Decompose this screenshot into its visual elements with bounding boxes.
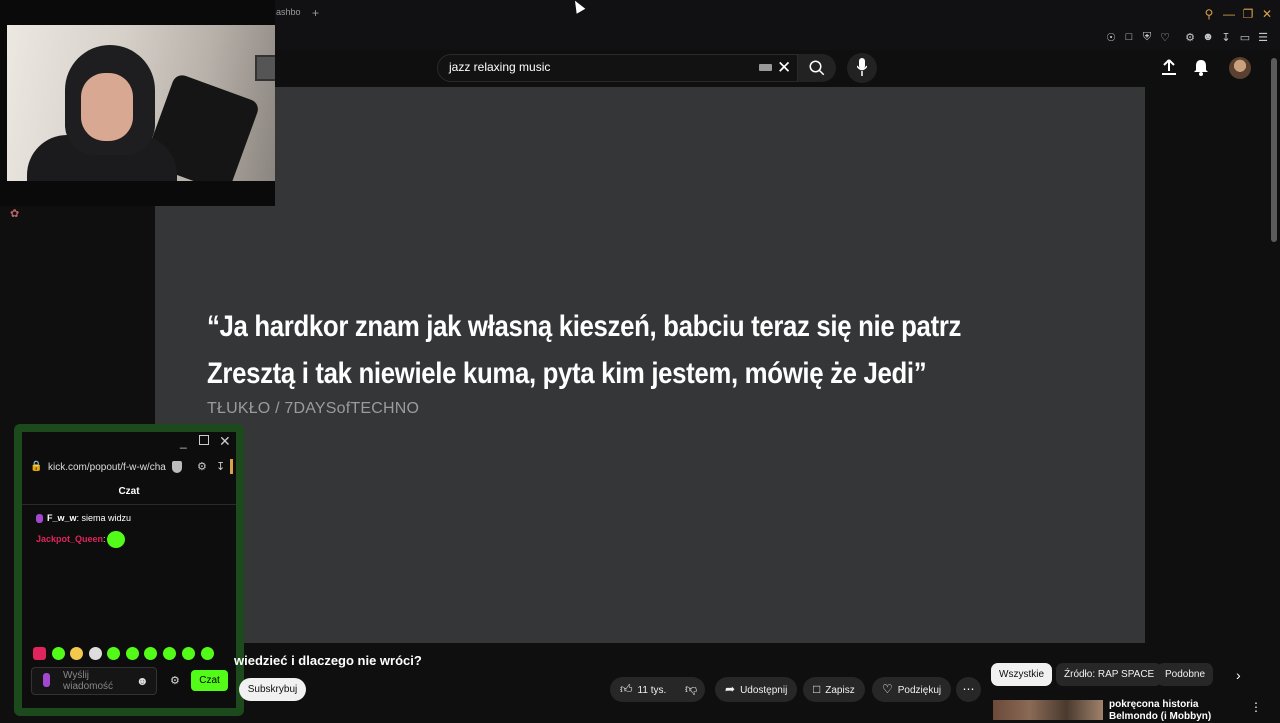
like-icon[interactable]: 👍︎ — [620, 677, 633, 702]
upload-icon[interactable] — [1160, 58, 1178, 76]
chat-settings-icon[interactable]: ⚙ — [170, 674, 180, 687]
chip-all[interactable]: Wszystkie — [991, 663, 1052, 686]
recommended-menu-icon[interactable]: ⋮ — [1250, 700, 1262, 714]
profile-icon[interactable]: ☻ — [1201, 31, 1215, 43]
webcam-overlay — [0, 0, 275, 206]
wall-picture — [255, 55, 275, 81]
emote-icon[interactable] — [163, 647, 176, 660]
pin-icon[interactable]: ☉ — [1104, 31, 1118, 44]
search-input[interactable]: jazz relaxing music — [449, 60, 550, 74]
emoji-picker-icon[interactable]: ☻ — [136, 674, 149, 688]
popout-accent-bar — [230, 459, 233, 474]
shield-icon[interactable]: ⛨ — [1140, 31, 1154, 44]
chat-divider — [22, 504, 236, 505]
like-dislike-group: 👍︎ 11 tys. 👎︎ — [610, 677, 705, 702]
minimize-icon[interactable]: — — [1221, 7, 1237, 21]
more-actions-icon[interactable]: ⋯ — [956, 677, 981, 702]
video-title: wiedzieć i dlaczego nie wróci? — [234, 653, 422, 668]
popout-download-icon[interactable]: ↧ — [216, 460, 225, 473]
popout-minimize-icon[interactable]: _ — [180, 435, 187, 449]
restore-icon[interactable]: ❐ — [1240, 7, 1256, 21]
popout-maximize-icon[interactable] — [199, 435, 209, 445]
emote-icon[interactable] — [89, 647, 102, 660]
chat-badge-icon — [43, 673, 50, 687]
popout-extensions-icon[interactable]: ⚙ — [197, 460, 207, 473]
close-window-icon[interactable]: ✕ — [1259, 7, 1275, 21]
user-avatar[interactable] — [1229, 57, 1251, 79]
video-lyric-line-1: “Ja hardkor znam jak własną kieszeń, bab… — [207, 310, 962, 343]
browser-search-icon[interactable]: ⚲ — [1201, 7, 1217, 21]
page-scrollbar[interactable] — [1271, 58, 1277, 242]
chat-input-placeholder[interactable]: Wyślij wiadomość — [63, 670, 123, 692]
dislike-icon[interactable]: 👎︎ — [685, 677, 697, 702]
lock-icon: 🔒 — [30, 461, 43, 472]
chat-message: F_w_w: siema widzu — [36, 513, 132, 524]
share-button[interactable]: ➦ Udostępnij — [715, 677, 798, 702]
search-icon[interactable] — [808, 59, 826, 77]
heart-icon[interactable]: ♡ — [1158, 31, 1172, 44]
extensions-icon[interactable]: ⚙ — [1183, 31, 1197, 44]
webcam-feed — [7, 25, 275, 181]
browser-tab-title[interactable]: ashbo — [276, 7, 301, 17]
video-lyric-line-2: Zresztą i tak niewiele kuma, pyta kim je… — [207, 357, 927, 390]
save-label: Zapisz — [825, 685, 855, 696]
share-label: Udostępnij — [740, 685, 788, 696]
emote-icon[interactable] — [182, 647, 195, 660]
sidebar-logo-icon[interactable]: ✿ — [10, 207, 19, 220]
chat-text: siema widzu — [81, 513, 132, 523]
streamer-face — [81, 73, 133, 141]
thanks-icon: ♡ — [882, 682, 893, 696]
bookmark-icon: □ — [813, 682, 821, 696]
emote-icon[interactable] — [126, 647, 139, 660]
chip-source[interactable]: Źródło: RAP SPACE — [1056, 663, 1163, 686]
chat-message: Jackpot_Queen: — [36, 534, 106, 544]
chat-username[interactable]: Jackpot_Queen — [36, 534, 103, 544]
keyboard-icon[interactable] — [759, 64, 772, 71]
popout-url[interactable]: kick.com/popout/f-w-w/chat — [48, 462, 166, 473]
share-icon: ➦ — [725, 682, 736, 696]
chat-username[interactable]: F_w_w — [47, 513, 77, 523]
emote-icon[interactable] — [201, 647, 214, 660]
microphone-icon[interactable] — [857, 58, 867, 76]
chevron-right-icon[interactable]: › — [1236, 667, 1241, 683]
menu-icon[interactable]: ☰ — [1256, 31, 1270, 44]
emote-icon[interactable] — [33, 647, 46, 660]
thanks-label: Podziękuj — [897, 685, 942, 696]
emote-icon[interactable] — [52, 647, 65, 660]
save-button[interactable]: □ Zapisz — [803, 677, 865, 702]
recommended-thumbnail[interactable] — [993, 700, 1103, 720]
chip-related[interactable]: Podobne — [1157, 663, 1214, 686]
subscribe-button[interactable]: Subskrybuj — [239, 678, 306, 701]
popout-close-icon[interactable]: ✕ — [219, 433, 231, 450]
emote-icon[interactable] — [107, 647, 120, 660]
video-credit: TŁUKŁO / 7DAYSofTECHNO — [207, 400, 420, 417]
clear-search-icon[interactable]: ✕ — [777, 58, 791, 78]
emote-icon — [107, 531, 125, 548]
chat-send-button[interactable]: Czat — [191, 670, 228, 691]
download-icon[interactable]: ↧ — [1219, 31, 1233, 44]
moderator-badge-icon — [36, 514, 43, 524]
notifications-bell-icon[interactable] — [1192, 58, 1210, 76]
right-page-margin — [1145, 87, 1270, 643]
emote-icon[interactable] — [70, 647, 83, 660]
recommended-title[interactable]: pokręcona historia Belmondo (i Mobbyn) — [1109, 699, 1244, 723]
battery-icon[interactable]: ▭ — [1238, 31, 1252, 44]
new-tab-button[interactable]: + — [312, 6, 319, 20]
thanks-button[interactable]: ♡ Podziękuj — [872, 677, 952, 702]
emote-icon[interactable] — [144, 647, 157, 660]
screenshot-icon[interactable]: □ — [1122, 31, 1136, 43]
popout-shield-icon[interactable] — [172, 461, 182, 473]
chat-title: Czat — [118, 486, 140, 497]
like-count[interactable]: 11 tys. — [638, 685, 667, 696]
